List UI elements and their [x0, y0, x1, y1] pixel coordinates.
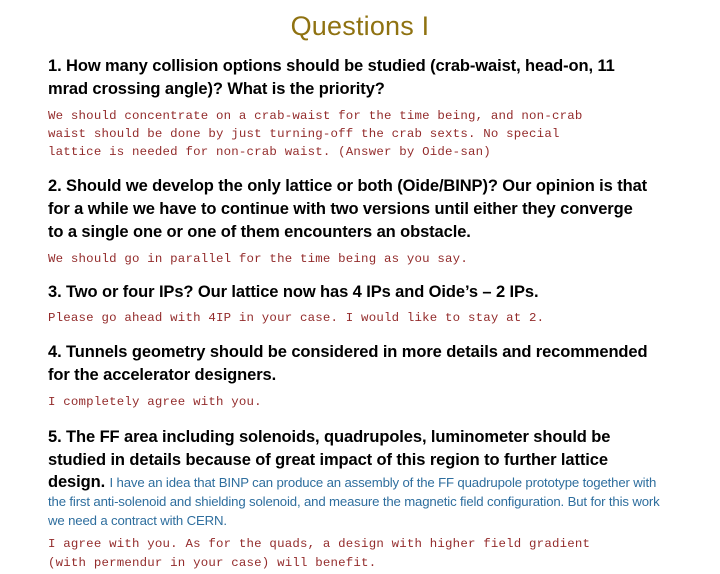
answer-text-2: We should go in parallel for the time be… — [48, 251, 468, 266]
question-text-2: 2. Should we develop the only lattice or… — [48, 176, 648, 242]
qa-block-2: 2. Should we develop the only lattice or… — [48, 175, 664, 269]
qa-block-5: 5. The FF area including solenoids, quad… — [48, 426, 664, 572]
question-text-4: 4. Tunnels geometry should be considered… — [48, 342, 648, 385]
blue-note-text-5: I have an idea that BINP can produce an … — [48, 474, 660, 529]
question-text-1: 1. How many collision options should be … — [48, 57, 615, 99]
qa-block-1: 1. How many collision options should be … — [48, 55, 664, 162]
question-text-3: 3. Two or four IPs? Our lattice now has … — [48, 283, 539, 302]
presentation-slide: Questions I 1. How many collision option… — [0, 0, 720, 570]
answer-text-3: Please go ahead with 4IP in your case. I… — [48, 311, 545, 326]
answer-text-5: I agree with you. As for the quads, a de… — [48, 537, 591, 570]
question-5-lead: 5. The FF area including solenoids, quad… — [48, 427, 611, 470]
question-text-5: 5. The FF area including solenoids, quad… — [48, 426, 664, 531]
slide-title: Questions I — [290, 11, 430, 41]
qa-block-4: 4. Tunnels geometry should be considered… — [48, 341, 664, 411]
qa-block-3: 3. Two or four IPs? Our lattice now has … — [48, 281, 664, 328]
question-5-tail: design. — [48, 472, 106, 491]
slide-body: 1. How many collision options should be … — [48, 55, 664, 574]
answer-text-4: I completely agree with you. — [48, 394, 262, 409]
answer-text-1: We should concentrate on a crab-waist fo… — [48, 108, 583, 160]
